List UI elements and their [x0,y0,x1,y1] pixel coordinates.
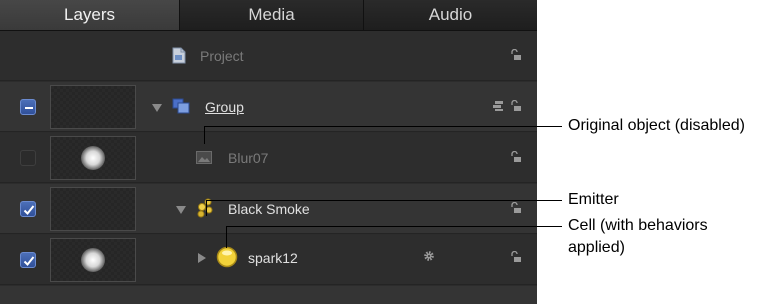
smoke-preview [81,146,105,170]
document-icon [172,47,186,64]
emitter-icon [197,198,213,218]
layer-row-spark12[interactable]: spark12 [0,235,537,285]
checkmark-icon [23,256,35,266]
callout-line [204,126,562,127]
layer-name: spark12 [248,250,298,266]
layer-thumbnail [50,136,136,180]
lock-icon[interactable] [510,100,522,112]
callout-line [204,126,205,144]
callout-original-object: Original object (disabled) [568,117,745,134]
callout-line [206,200,562,201]
lock-icon[interactable] [510,251,522,263]
stack-icon[interactable] [492,100,504,112]
gear-icon[interactable] [423,250,435,262]
mixed-state-icon [25,107,33,109]
enable-checkbox[interactable] [20,201,36,217]
layer-thumbnail [50,187,136,231]
tab-audio[interactable]: Audio [364,0,537,30]
callout-line [206,200,207,216]
lock-icon[interactable] [510,151,522,163]
image-icon [196,151,212,164]
tab-layers[interactable]: Layers [0,0,180,30]
layer-thumbnail [50,238,136,282]
smoke-preview [81,248,105,272]
callout-line [226,226,562,227]
tab-media[interactable]: Media [180,0,364,30]
enable-checkbox[interactable] [20,150,36,166]
disclosure-triangle-icon[interactable] [198,253,206,263]
layer-row-project[interactable]: Project [0,31,537,81]
lock-icon[interactable] [510,202,522,214]
layer-name: Blur07 [228,150,269,166]
empty-row [0,286,537,304]
callout-cell-line2: applied) [568,239,625,256]
cell-icon [216,246,238,268]
layer-thumbnail [50,85,136,129]
layer-name: Project [200,48,244,64]
disclosure-triangle-icon[interactable] [176,206,186,214]
enable-checkbox[interactable] [20,99,36,115]
group-icon [172,98,190,114]
layers-panel: Layers Media Audio Project Group Blur07 … [0,0,537,304]
layer-row-blur07[interactable]: Blur07 [0,133,537,183]
lock-icon[interactable] [510,49,522,61]
callout-line [226,226,227,248]
checkmark-icon [23,205,35,215]
layer-name: Group [205,99,244,115]
tab-bar: Layers Media Audio [0,0,537,31]
layer-name: Black Smoke [228,201,310,217]
disclosure-triangle-icon[interactable] [152,104,162,112]
callout-emitter: Emitter [568,191,619,208]
layer-row-group[interactable]: Group [0,82,537,132]
callout-cell-line1: Cell (with behaviors [568,217,708,234]
enable-checkbox[interactable] [20,252,36,268]
